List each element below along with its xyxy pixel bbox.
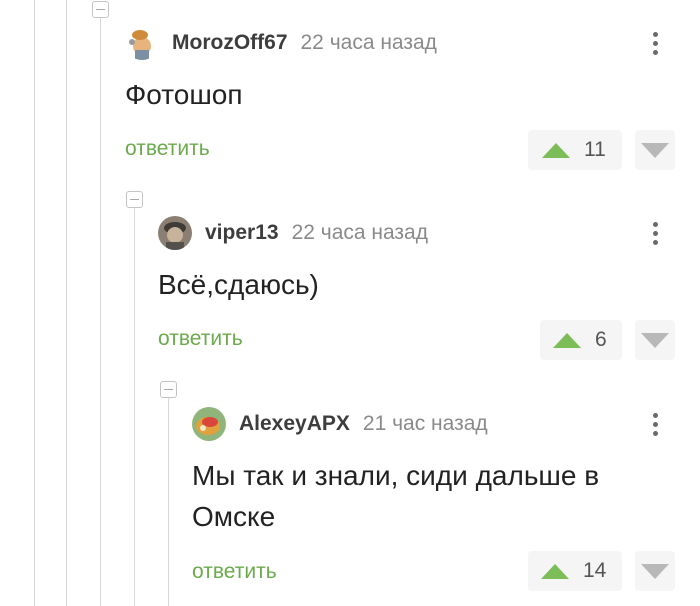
rating-count: 11 [584, 138, 606, 161]
arrow-down-icon [641, 142, 669, 158]
thread-line [34, 0, 35, 606]
collapse-thread-button[interactable] [126, 191, 143, 208]
comment-text: Всё,сдаюсь) [158, 269, 319, 300]
arrow-down-icon [641, 563, 669, 579]
upvote-button[interactable]: 11 [528, 130, 622, 170]
comment-header: MorozOff67 22 часа назад [125, 26, 437, 60]
downvote-button[interactable] [635, 320, 675, 360]
arrow-up-icon [542, 142, 570, 158]
reply-link[interactable]: ответить [192, 560, 277, 584]
comment-header: viper13 22 часа назад [158, 216, 428, 250]
avatar-image [192, 407, 226, 441]
comment-text: Фотошоп [125, 79, 243, 110]
comment-header: AlexeyAPX 21 час назад [192, 407, 488, 441]
thread-line [168, 398, 169, 606]
arrow-down-icon [641, 332, 669, 348]
downvote-button[interactable] [635, 130, 675, 170]
avatar-image [125, 26, 159, 60]
collapse-thread-button[interactable] [92, 1, 109, 18]
thread-line [66, 0, 67, 606]
rating-count: 6 [595, 328, 607, 351]
comment-author[interactable]: MorozOff67 [172, 31, 288, 55]
downvote-button[interactable] [635, 551, 675, 591]
more-vertical-icon[interactable] [645, 216, 665, 250]
user-avatar[interactable] [158, 216, 192, 250]
reply-link[interactable]: ответить [125, 137, 210, 161]
arrow-up-icon [553, 332, 581, 348]
comment-timestamp: 21 час назад [362, 412, 488, 435]
more-vertical-icon[interactable] [645, 26, 665, 60]
upvote-button[interactable]: 14 [528, 551, 622, 591]
rating-count: 14 [583, 559, 607, 582]
comment-author[interactable]: AlexeyAPX [239, 412, 350, 436]
upvote-button[interactable]: 6 [540, 320, 622, 360]
reply-link[interactable]: ответить [158, 327, 243, 351]
arrow-up-icon [541, 563, 569, 579]
thread-line [100, 18, 101, 606]
comment-text: Мы так и знали, сиди дальше в Омске [192, 460, 600, 532]
thread-line [134, 208, 135, 606]
user-avatar[interactable] [192, 407, 226, 441]
comment-timestamp: 22 часа назад [291, 221, 428, 244]
more-vertical-icon[interactable] [645, 407, 665, 441]
user-avatar[interactable] [125, 26, 159, 60]
collapse-thread-button[interactable] [160, 381, 177, 398]
comment-author[interactable]: viper13 [205, 221, 279, 245]
comment-timestamp: 22 часа назад [300, 31, 437, 54]
avatar-image [158, 216, 192, 250]
